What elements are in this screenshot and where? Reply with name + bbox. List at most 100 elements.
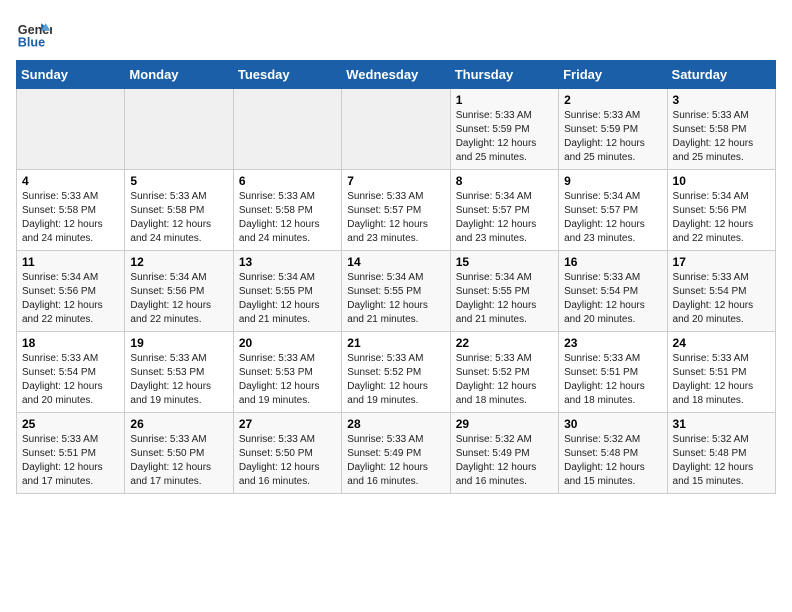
day-cell — [17, 89, 125, 170]
calendar-header-row: SundayMondayTuesdayWednesdayThursdayFrid… — [17, 61, 776, 89]
day-cell: 8 Sunrise: 5:34 AM Sunset: 5:57 PM Daylig… — [450, 170, 558, 251]
day-info: Sunrise: 5:33 AM Sunset: 5:50 PM Dayligh… — [239, 433, 336, 489]
day-info: Sunrise: 5:33 AM Sunset: 5:58 PM Dayligh… — [673, 109, 770, 165]
week-row-1: 1 Sunrise: 5:33 AM Sunset: 5:59 PM Daylig… — [17, 89, 776, 170]
day-info: Sunrise: 5:33 AM Sunset: 5:57 PM Dayligh… — [347, 190, 444, 246]
day-number: 6 — [239, 174, 336, 188]
day-cell: 21 Sunrise: 5:33 AM Sunset: 5:52 PM Dayli… — [342, 332, 450, 413]
day-info: Sunrise: 5:33 AM Sunset: 5:50 PM Dayligh… — [130, 433, 227, 489]
day-number: 3 — [673, 93, 770, 107]
day-number: 14 — [347, 255, 444, 269]
day-number: 4 — [22, 174, 119, 188]
day-cell: 20 Sunrise: 5:33 AM Sunset: 5:53 PM Dayli… — [233, 332, 341, 413]
day-info: Sunrise: 5:34 AM Sunset: 5:55 PM Dayligh… — [456, 271, 553, 327]
day-cell: 30 Sunrise: 5:32 AM Sunset: 5:48 PM Dayli… — [559, 413, 667, 494]
week-row-2: 4 Sunrise: 5:33 AM Sunset: 5:58 PM Daylig… — [17, 170, 776, 251]
day-info: Sunrise: 5:33 AM Sunset: 5:54 PM Dayligh… — [673, 271, 770, 327]
day-number: 19 — [130, 336, 227, 350]
day-header-sunday: Sunday — [17, 61, 125, 89]
day-number: 13 — [239, 255, 336, 269]
day-info: Sunrise: 5:33 AM Sunset: 5:58 PM Dayligh… — [239, 190, 336, 246]
day-cell: 19 Sunrise: 5:33 AM Sunset: 5:53 PM Dayli… — [125, 332, 233, 413]
day-info: Sunrise: 5:33 AM Sunset: 5:58 PM Dayligh… — [22, 190, 119, 246]
day-cell: 16 Sunrise: 5:33 AM Sunset: 5:54 PM Dayli… — [559, 251, 667, 332]
day-cell: 31 Sunrise: 5:32 AM Sunset: 5:48 PM Dayli… — [667, 413, 775, 494]
day-cell: 14 Sunrise: 5:34 AM Sunset: 5:55 PM Dayli… — [342, 251, 450, 332]
day-number: 20 — [239, 336, 336, 350]
day-number: 22 — [456, 336, 553, 350]
day-cell: 23 Sunrise: 5:33 AM Sunset: 5:51 PM Dayli… — [559, 332, 667, 413]
day-number: 26 — [130, 417, 227, 431]
day-header-thursday: Thursday — [450, 61, 558, 89]
day-info: Sunrise: 5:33 AM Sunset: 5:53 PM Dayligh… — [130, 352, 227, 408]
day-number: 24 — [673, 336, 770, 350]
day-cell: 7 Sunrise: 5:33 AM Sunset: 5:57 PM Daylig… — [342, 170, 450, 251]
day-cell: 26 Sunrise: 5:33 AM Sunset: 5:50 PM Dayli… — [125, 413, 233, 494]
day-info: Sunrise: 5:33 AM Sunset: 5:59 PM Dayligh… — [564, 109, 661, 165]
week-row-4: 18Sunrise: 5:33 AM Sunset: 5:54 PM Dayli… — [17, 332, 776, 413]
day-number: 16 — [564, 255, 661, 269]
day-number: 11 — [22, 255, 119, 269]
day-info: Sunrise: 5:33 AM Sunset: 5:52 PM Dayligh… — [456, 352, 553, 408]
day-info: Sunrise: 5:33 AM Sunset: 5:49 PM Dayligh… — [347, 433, 444, 489]
week-row-5: 25 Sunrise: 5:33 AM Sunset: 5:51 PM Dayli… — [17, 413, 776, 494]
day-number: 30 — [564, 417, 661, 431]
day-number: 28 — [347, 417, 444, 431]
day-header-tuesday: Tuesday — [233, 61, 341, 89]
day-cell: 6 Sunrise: 5:33 AM Sunset: 5:58 PM Daylig… — [233, 170, 341, 251]
day-number: 2 — [564, 93, 661, 107]
day-info: Sunrise: 5:32 AM Sunset: 5:49 PM Dayligh… — [456, 433, 553, 489]
day-info: Sunrise: 5:33 AM Sunset: 5:51 PM Dayligh… — [673, 352, 770, 408]
day-info: Sunrise: 5:33 AM Sunset: 5:54 PM Dayligh… — [564, 271, 661, 327]
day-cell: 9Sunrise: 5:34 AM Sunset: 5:57 PM Daylig… — [559, 170, 667, 251]
day-cell: 4 Sunrise: 5:33 AM Sunset: 5:58 PM Daylig… — [17, 170, 125, 251]
calendar: SundayMondayTuesdayWednesdayThursdayFrid… — [16, 60, 776, 494]
day-cell: 5 Sunrise: 5:33 AM Sunset: 5:58 PM Daylig… — [125, 170, 233, 251]
day-info: Sunrise: 5:33 AM Sunset: 5:59 PM Dayligh… — [456, 109, 553, 165]
day-number: 7 — [347, 174, 444, 188]
day-number: 15 — [456, 255, 553, 269]
logo: General Blue — [16, 16, 56, 52]
day-cell: 25 Sunrise: 5:33 AM Sunset: 5:51 PM Dayli… — [17, 413, 125, 494]
day-cell: 1 Sunrise: 5:33 AM Sunset: 5:59 PM Daylig… — [450, 89, 558, 170]
day-cell — [233, 89, 341, 170]
day-info: Sunrise: 5:34 AM Sunset: 5:56 PM Dayligh… — [22, 271, 119, 327]
day-number: 1 — [456, 93, 553, 107]
day-info: Sunrise: 5:33 AM Sunset: 5:53 PM Dayligh… — [239, 352, 336, 408]
day-info: Sunrise: 5:33 AM Sunset: 5:52 PM Dayligh… — [347, 352, 444, 408]
day-info: Sunrise: 5:34 AM Sunset: 5:56 PM Dayligh… — [673, 190, 770, 246]
day-number: 25 — [22, 417, 119, 431]
day-number: 17 — [673, 255, 770, 269]
day-header-friday: Friday — [559, 61, 667, 89]
day-info: Sunrise: 5:32 AM Sunset: 5:48 PM Dayligh… — [673, 433, 770, 489]
week-row-3: 11 Sunrise: 5:34 AM Sunset: 5:56 PM Dayli… — [17, 251, 776, 332]
day-info: Sunrise: 5:34 AM Sunset: 5:57 PM Dayligh… — [456, 190, 553, 246]
day-number: 8 — [456, 174, 553, 188]
day-cell: 22 Sunrise: 5:33 AM Sunset: 5:52 PM Dayli… — [450, 332, 558, 413]
day-cell: 24 Sunrise: 5:33 AM Sunset: 5:51 PM Dayli… — [667, 332, 775, 413]
day-cell: 10Sunrise: 5:34 AM Sunset: 5:56 PM Dayli… — [667, 170, 775, 251]
day-info: Sunrise: 5:33 AM Sunset: 5:51 PM Dayligh… — [22, 433, 119, 489]
day-info: Sunrise: 5:34 AM Sunset: 5:57 PM Dayligh… — [564, 190, 661, 246]
logo-icon: General Blue — [16, 16, 52, 52]
day-cell: 15 Sunrise: 5:34 AM Sunset: 5:55 PM Dayli… — [450, 251, 558, 332]
day-number: 27 — [239, 417, 336, 431]
day-info: Sunrise: 5:33 AM Sunset: 5:58 PM Dayligh… — [130, 190, 227, 246]
day-number: 5 — [130, 174, 227, 188]
day-cell: 28 Sunrise: 5:33 AM Sunset: 5:49 PM Dayli… — [342, 413, 450, 494]
day-info: Sunrise: 5:32 AM Sunset: 5:48 PM Dayligh… — [564, 433, 661, 489]
day-info: Sunrise: 5:33 AM Sunset: 5:54 PM Dayligh… — [22, 352, 119, 408]
day-cell: 11 Sunrise: 5:34 AM Sunset: 5:56 PM Dayli… — [17, 251, 125, 332]
day-cell: 27 Sunrise: 5:33 AM Sunset: 5:50 PM Dayli… — [233, 413, 341, 494]
day-info: Sunrise: 5:34 AM Sunset: 5:56 PM Dayligh… — [130, 271, 227, 327]
day-header-wednesday: Wednesday — [342, 61, 450, 89]
day-number: 23 — [564, 336, 661, 350]
day-cell: 29 Sunrise: 5:32 AM Sunset: 5:49 PM Dayli… — [450, 413, 558, 494]
day-info: Sunrise: 5:34 AM Sunset: 5:55 PM Dayligh… — [347, 271, 444, 327]
day-cell — [342, 89, 450, 170]
day-number: 31 — [673, 417, 770, 431]
day-cell: 3 Sunrise: 5:33 AM Sunset: 5:58 PM Daylig… — [667, 89, 775, 170]
day-info: Sunrise: 5:33 AM Sunset: 5:51 PM Dayligh… — [564, 352, 661, 408]
day-number: 29 — [456, 417, 553, 431]
day-number: 21 — [347, 336, 444, 350]
